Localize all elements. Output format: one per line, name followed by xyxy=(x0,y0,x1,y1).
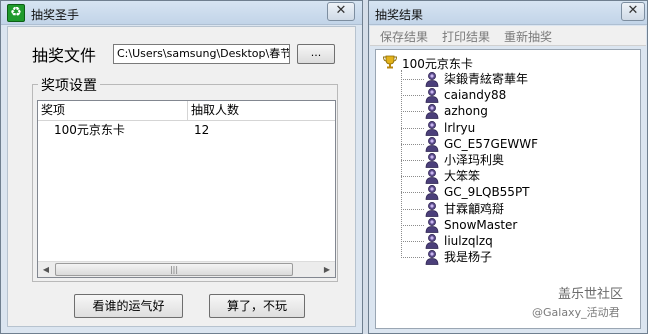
prize-name-cell: 100元京东卡 xyxy=(54,123,125,137)
person-icon xyxy=(424,103,440,120)
lottery-main-window: ♻ 抽奖圣手 ✕ 抽奖文件 C:\Users\samsung\Desktop\春… xyxy=(0,0,363,334)
trophy-icon xyxy=(383,55,397,69)
window-title: 抽奖结果 xyxy=(375,8,424,22)
winner-label: azhong xyxy=(444,104,488,119)
winner-label: 甘霖龥鸡搿 xyxy=(444,201,505,216)
title-bar[interactable]: 抽奖结果 ✕ xyxy=(369,1,647,25)
person-icon xyxy=(424,136,440,152)
prize-count-cell: 12 xyxy=(194,123,210,137)
table-row[interactable]: 100元京东卡 12 xyxy=(38,122,335,138)
person-icon xyxy=(424,71,440,87)
winner-label: 大笨笨 xyxy=(444,169,481,184)
column-header-prize[interactable]: 奖项 xyxy=(38,101,188,121)
close-button[interactable]: ✕ xyxy=(621,2,645,21)
file-path-field[interactable]: C:\Users\samsung\Desktop\春节活 xyxy=(113,44,290,64)
watermark-text: 盖乐世社区 xyxy=(558,287,624,302)
prize-settings-group: 奖项设置 奖项 抽取人数 100元京东卡 12 ◀ ||| ▶ xyxy=(32,75,338,282)
column-header-count[interactable]: 抽取人数 xyxy=(188,101,335,121)
prize-list[interactable]: 奖项 抽取人数 100元京东卡 12 ◀ ||| ▶ xyxy=(37,100,336,278)
tree-branch-line xyxy=(401,176,424,178)
title-bar[interactable]: ♻ 抽奖圣手 ✕ xyxy=(1,1,362,25)
file-label: 抽奖文件 xyxy=(32,46,97,65)
menu-save-results[interactable]: 保存结果 xyxy=(380,28,428,45)
window-title: 抽奖圣手 xyxy=(31,8,80,22)
scroll-thumb[interactable]: ||| xyxy=(55,263,293,276)
tree-root-label: 100元京东卡 xyxy=(402,57,473,71)
tree-branch-line xyxy=(401,111,424,113)
winner-label: caiandy88 xyxy=(444,88,507,103)
menu-print-results[interactable]: 打印结果 xyxy=(442,28,490,45)
person-icon xyxy=(424,120,440,136)
scroll-left-icon[interactable]: ◀ xyxy=(38,262,54,277)
menu-bar: 保存结果 打印结果 重新抽奖 xyxy=(370,26,646,46)
draw-button[interactable]: 看谁的运气好 xyxy=(74,294,183,318)
group-caption: 奖项设置 xyxy=(38,75,100,95)
winner-label: 柒鍛青絃寄華年 xyxy=(444,72,529,86)
close-button[interactable]: ✕ xyxy=(327,2,355,21)
person-icon xyxy=(424,87,440,104)
person-icon xyxy=(424,249,440,266)
menu-redraw[interactable]: 重新抽奖 xyxy=(504,28,552,45)
app-logo-icon: ♻ xyxy=(7,4,25,22)
person-icon xyxy=(424,168,440,185)
tree-branch-line xyxy=(401,95,424,97)
quit-button[interactable]: 算了，不玩 xyxy=(209,294,305,318)
person-icon xyxy=(424,201,440,217)
winner-label: GC_E57GEWWF xyxy=(444,136,539,151)
winner-label: liulzqlzq xyxy=(444,234,493,248)
list-header: 奖项 抽取人数 xyxy=(38,101,335,121)
horizontal-scrollbar[interactable]: ◀ ||| ▶ xyxy=(38,261,335,277)
person-icon xyxy=(424,184,440,201)
tree-branch-line xyxy=(401,257,424,259)
browse-button[interactable]: ... xyxy=(297,44,335,64)
watermark-handle: @Galaxy_活动君 xyxy=(532,306,620,319)
person-icon xyxy=(424,233,440,249)
winner-label: lrlryu xyxy=(444,120,476,135)
winner-label: GC_9LQB55PT xyxy=(444,185,530,200)
tree-branch-line xyxy=(401,127,424,129)
tree-branch-line xyxy=(401,208,424,210)
tree-branch-line xyxy=(401,192,424,194)
winner-label: 我是杨子 xyxy=(444,250,493,265)
tree-branch-line xyxy=(401,143,424,145)
person-icon xyxy=(424,152,440,168)
tree-branch-line xyxy=(401,224,424,226)
tree-branch-line xyxy=(401,79,424,80)
scroll-right-icon[interactable]: ▶ xyxy=(319,262,335,277)
tree-branch-line xyxy=(401,241,424,242)
tree-connector-line xyxy=(401,70,402,256)
winner-label: 小泽玛利奥 xyxy=(444,153,505,167)
tree-branch-line xyxy=(401,160,424,161)
winner-label: SnowMaster xyxy=(444,217,518,232)
person-icon xyxy=(424,217,440,233)
dialog-body: 抽奖文件 C:\Users\samsung\Desktop\春节活 ... 奖项… xyxy=(7,26,356,327)
